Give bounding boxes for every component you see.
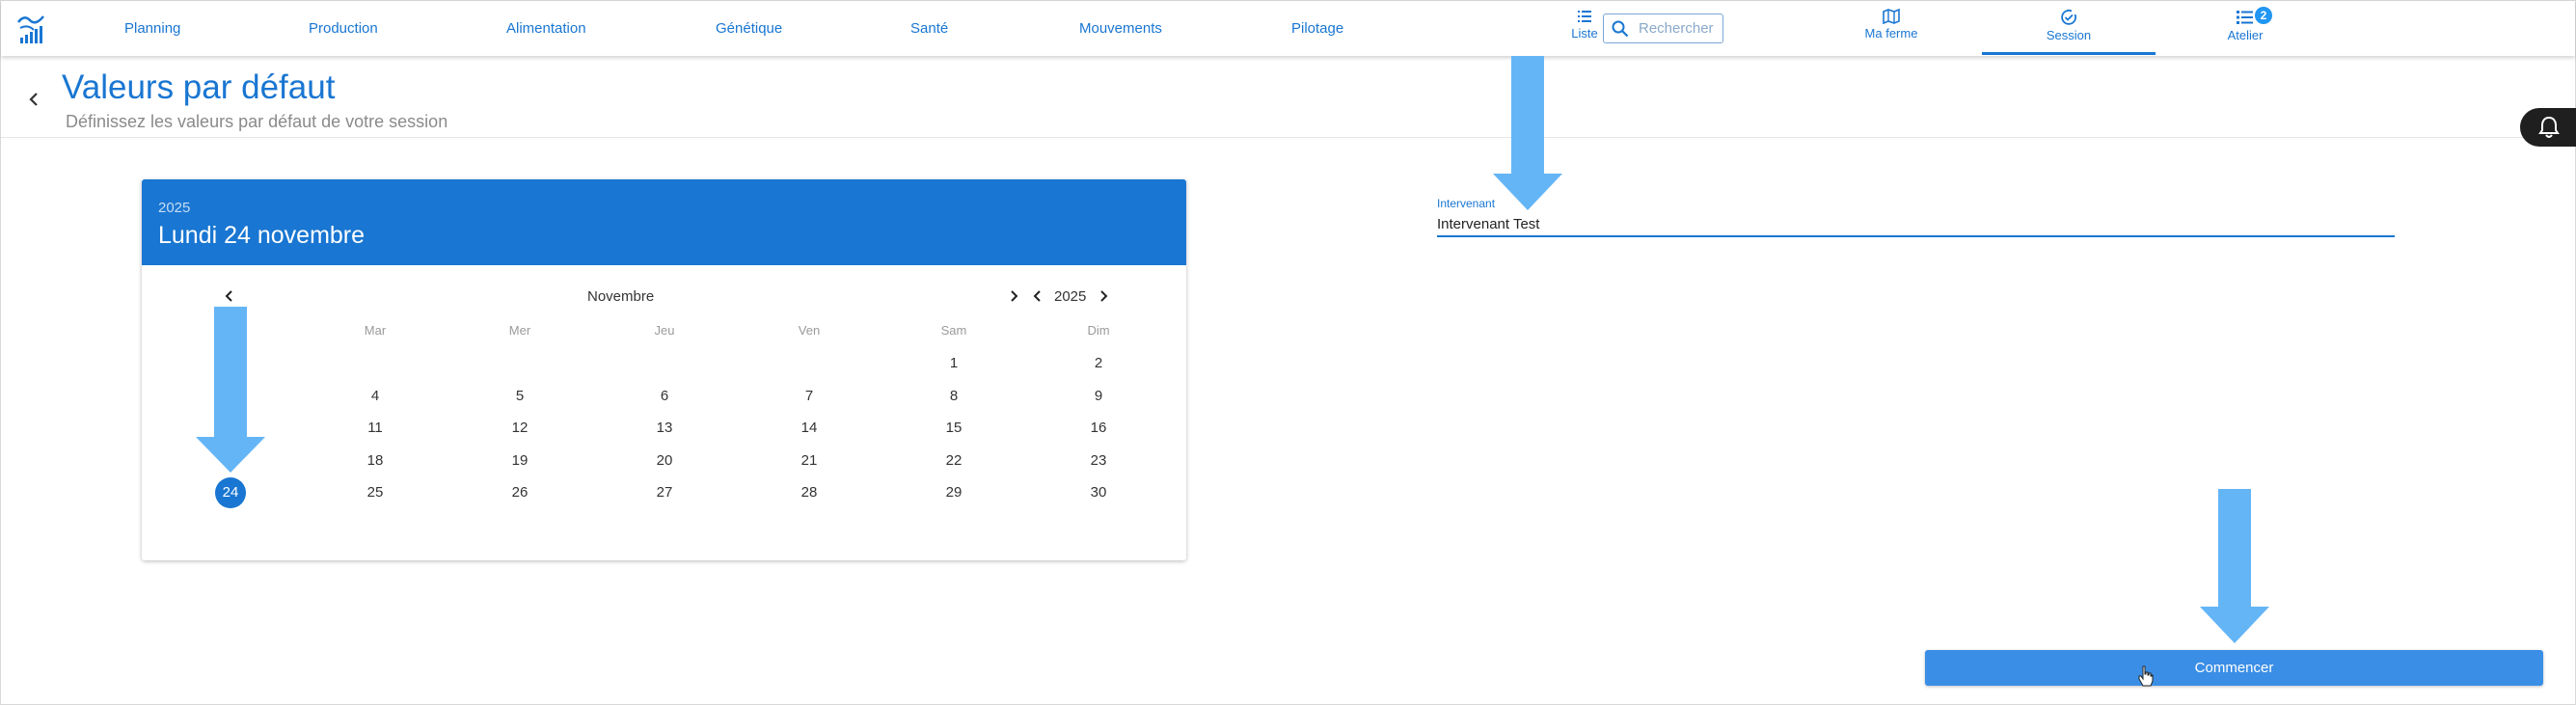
liste-label: Liste: [1571, 26, 1598, 41]
weekday-label: Dim: [1087, 323, 1110, 338]
calendar-day[interactable]: 12: [504, 413, 535, 444]
top-bar: Planning Production Alimentation Génétiq…: [1, 1, 2575, 56]
intervenant-label: Intervenant: [1437, 197, 1496, 210]
nav-genetique[interactable]: Génétique: [716, 20, 782, 37]
bell-icon: [2538, 116, 2560, 138]
weekday-label: Sam: [940, 323, 967, 338]
nav-sante[interactable]: Santé: [910, 20, 948, 37]
down-arrow-icon: [2200, 489, 2269, 643]
ma-ferme-label: Ma ferme: [1864, 26, 1918, 41]
calendar-day[interactable]: 14: [794, 413, 825, 444]
weekday-label: Ven: [798, 323, 821, 338]
nav-pilotage[interactable]: Pilotage: [1291, 20, 1343, 37]
calendar-day[interactable]: 2: [1083, 348, 1114, 379]
next-year-chevron-icon[interactable]: [1097, 289, 1110, 303]
session-tab-indicator: [1982, 52, 2156, 55]
calendar-day[interactable]: 28: [794, 477, 825, 508]
next-month-chevron-icon[interactable]: [1007, 289, 1020, 303]
date-picker-header: 2025 Lundi 24 novembre: [142, 179, 1186, 265]
nav-alimentation[interactable]: Alimentation: [506, 20, 586, 37]
atelier-count-badge: 2: [2255, 7, 2272, 24]
calendar-day[interactable]: 21: [794, 446, 825, 476]
atelier-label: Atelier: [2227, 28, 2264, 42]
prev-year-chevron-icon[interactable]: [1031, 289, 1044, 303]
year-label: 2025: [1054, 288, 1087, 305]
calendar-day[interactable]: 30: [1083, 477, 1114, 508]
weekday-label: Jeu: [654, 323, 675, 338]
nav-production[interactable]: Production: [309, 20, 378, 37]
header-divider: [1, 137, 2575, 138]
calendar-day[interactable]: 5: [504, 381, 535, 412]
checklist-icon: [2237, 11, 2253, 24]
calendar-day[interactable]: 18: [360, 446, 391, 476]
back-chevron-icon[interactable]: [24, 90, 43, 109]
session-check-icon: [2061, 10, 2076, 25]
nav-planning[interactable]: Planning: [124, 20, 180, 37]
search-box[interactable]: [1603, 14, 1723, 43]
calendar-day[interactable]: 29: [938, 477, 969, 508]
app-logo-icon[interactable]: [16, 13, 45, 45]
date-picker-selected-date: Lundi 24 novembre: [158, 222, 366, 249]
calendar-day[interactable]: 9: [1083, 381, 1114, 412]
calendar-day[interactable]: 23: [1083, 446, 1114, 476]
weekday-label: Mar: [364, 323, 387, 338]
calendar-day[interactable]: 13: [649, 413, 680, 444]
calendar-day[interactable]: 27: [649, 477, 680, 508]
calendar-day[interactable]: 6: [649, 381, 680, 412]
calendar-day[interactable]: 4: [360, 381, 391, 412]
search-input[interactable]: [1637, 19, 1720, 38]
notifications-button[interactable]: [2520, 108, 2576, 147]
weekday-label: Mer: [508, 323, 531, 338]
down-arrow-icon: [196, 307, 265, 473]
calendar-day[interactable]: 16: [1083, 413, 1114, 444]
calendar-day[interactable]: 1: [938, 348, 969, 379]
down-arrow-icon: [1493, 56, 1562, 210]
nav-mouvements[interactable]: Mouvements: [1079, 20, 1162, 37]
date-picker-card: 2025 Lundi 24 novembre Novembre 2025 Mar…: [142, 179, 1186, 560]
calendar-day[interactable]: 7: [794, 381, 825, 412]
calendar-day[interactable]: 25: [360, 477, 391, 508]
search-icon: [1612, 20, 1629, 37]
atelier-button[interactable]: Atelier: [2207, 9, 2284, 42]
calendar-day[interactable]: 19: [504, 446, 535, 476]
map-icon: [1883, 9, 1900, 24]
calendar-day[interactable]: 8: [938, 381, 969, 412]
hand-cursor-icon: [2138, 665, 2154, 687]
month-label: Novembre: [587, 288, 655, 305]
intervenant-input[interactable]: [1437, 212, 2395, 237]
liste-button[interactable]: Liste: [1570, 9, 1599, 41]
calendar-day[interactable]: 11: [360, 413, 391, 444]
calendar-day[interactable]: 20: [649, 446, 680, 476]
prev-month-chevron-icon[interactable]: [223, 289, 236, 303]
list-icon: [1578, 11, 1591, 22]
calendar-day[interactable]: 15: [938, 413, 969, 444]
app-window: Planning Production Alimentation Génétiq…: [0, 0, 2576, 705]
calendar-day[interactable]: 26: [504, 477, 535, 508]
page-title: Valeurs par défaut: [62, 68, 336, 106]
start-button[interactable]: Commencer: [1925, 650, 2543, 686]
session-label: Session: [2046, 28, 2092, 42]
calendar-day[interactable]: 22: [938, 446, 969, 476]
page-subtitle: Définissez les valeurs par défaut de vot…: [66, 112, 448, 131]
session-tab[interactable]: Session: [2030, 9, 2107, 42]
date-picker-year[interactable]: 2025: [158, 200, 190, 216]
ma-ferme-button[interactable]: Ma ferme: [1853, 9, 1930, 41]
calendar-day-selected[interactable]: 24: [215, 477, 246, 508]
